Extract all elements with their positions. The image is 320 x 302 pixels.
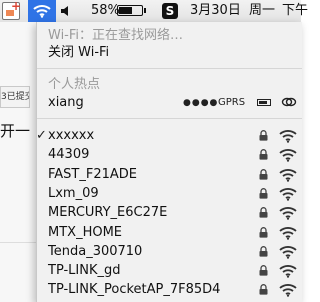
wifi-icon [33, 5, 51, 18]
network-item[interactable]: 44309 [37, 145, 302, 165]
lock-icon [259, 226, 268, 238]
wifi-dropdown-menu: Wi-Fi：正在查找网络… 关闭 Wi-Fi 个人热点 xiang ●●●● G… [36, 22, 302, 302]
wifi-signal-icon [279, 149, 297, 162]
wifi-signal-icon [279, 130, 297, 143]
wifi-signal-icon [279, 168, 297, 182]
network-item[interactable]: TP-LINK_gd [37, 261, 302, 281]
lock-icon [259, 168, 268, 180]
battery-fill [119, 7, 132, 14]
wifi-menu-extra[interactable] [28, 0, 56, 22]
network-name: MERCURY_E6C27E [48, 205, 168, 221]
wifi-signal-icon [279, 284, 297, 298]
network-type-label: GPRS [218, 97, 246, 108]
cellular-signal-indicator: ●●●● [183, 98, 219, 108]
battery-icon[interactable] [117, 5, 146, 16]
menu-separator [37, 68, 302, 69]
lock-icon [259, 187, 268, 199]
hotspot-link-icon [281, 97, 297, 107]
network-item[interactable]: MERCURY_E6C27E [37, 203, 302, 223]
battery-nub [144, 8, 146, 13]
background-window: 3已提交 开一 [0, 22, 41, 302]
s-app-icon[interactable]: S [162, 3, 178, 19]
speaker-icon[interactable] [60, 5, 72, 17]
lock-icon [259, 130, 268, 141]
network-item[interactable]: TP-LINK_PocketAP_7F85D4 [37, 280, 302, 300]
turn-off-wifi-item[interactable]: 关闭 Wi-Fi [37, 43, 302, 63]
network-name: MTX_HOME [48, 224, 123, 240]
network-name: xxxxxx [48, 128, 95, 143]
wifi-signal-icon [279, 265, 297, 278]
lock-icon [259, 265, 268, 276]
background-text: 开一 [0, 122, 31, 140]
background-status-label: 3已提交 [0, 86, 30, 108]
hotspot-item-xiang[interactable]: xiang ●●●● GPRS [37, 93, 302, 113]
menubar-weekday[interactable]: 周一 [249, 0, 275, 22]
network-item[interactable]: ✓ xxxxxx [37, 126, 302, 146]
network-name: 44309 [48, 147, 90, 163]
network-item[interactable]: FAST_F21ADE [37, 165, 302, 185]
menu-separator [37, 118, 302, 119]
hotspot-battery-fill [259, 101, 267, 104]
hotspot-battery-icon [257, 99, 271, 106]
lock-icon [259, 149, 268, 160]
hotspot-name: xiang [48, 95, 84, 110]
network-item[interactable]: MTX_HOME [37, 223, 302, 243]
network-name: FAST_F21ADE [48, 166, 138, 182]
menubar-date[interactable]: 3月30日 [190, 0, 241, 22]
checkmark-icon: ✓ [36, 128, 47, 143]
network-item[interactable]: Lxm_09 [37, 184, 302, 204]
network-name: TP-LINK_PocketAP_7F85D4 [48, 282, 221, 298]
app-status-icon[interactable]: + [2, 0, 21, 20]
menu-bar: + 58% S 3月30日 周一 下午 [0, 0, 308, 23]
network-item[interactable]: Tenda_300710 [37, 242, 302, 262]
network-name: Tenda_300710 [48, 243, 143, 259]
wifi-signal-icon [279, 188, 297, 201]
battery-percentage: 58% [91, 3, 120, 18]
lock-icon [259, 207, 268, 218]
background-divider [0, 242, 38, 243]
wifi-signal-icon [279, 245, 297, 259]
network-name: TP-LINK_gd [48, 263, 121, 279]
menubar-time[interactable]: 下午 [282, 0, 308, 22]
hotspot-heading: 个人热点 [48, 77, 101, 92]
network-name: Lxm_09 [48, 185, 99, 201]
lock-icon [259, 284, 268, 295]
lock-icon [259, 245, 268, 257]
plus-icon: + [10, 0, 21, 13]
wifi-signal-icon [279, 226, 297, 240]
wifi-signal-icon [279, 207, 297, 220]
